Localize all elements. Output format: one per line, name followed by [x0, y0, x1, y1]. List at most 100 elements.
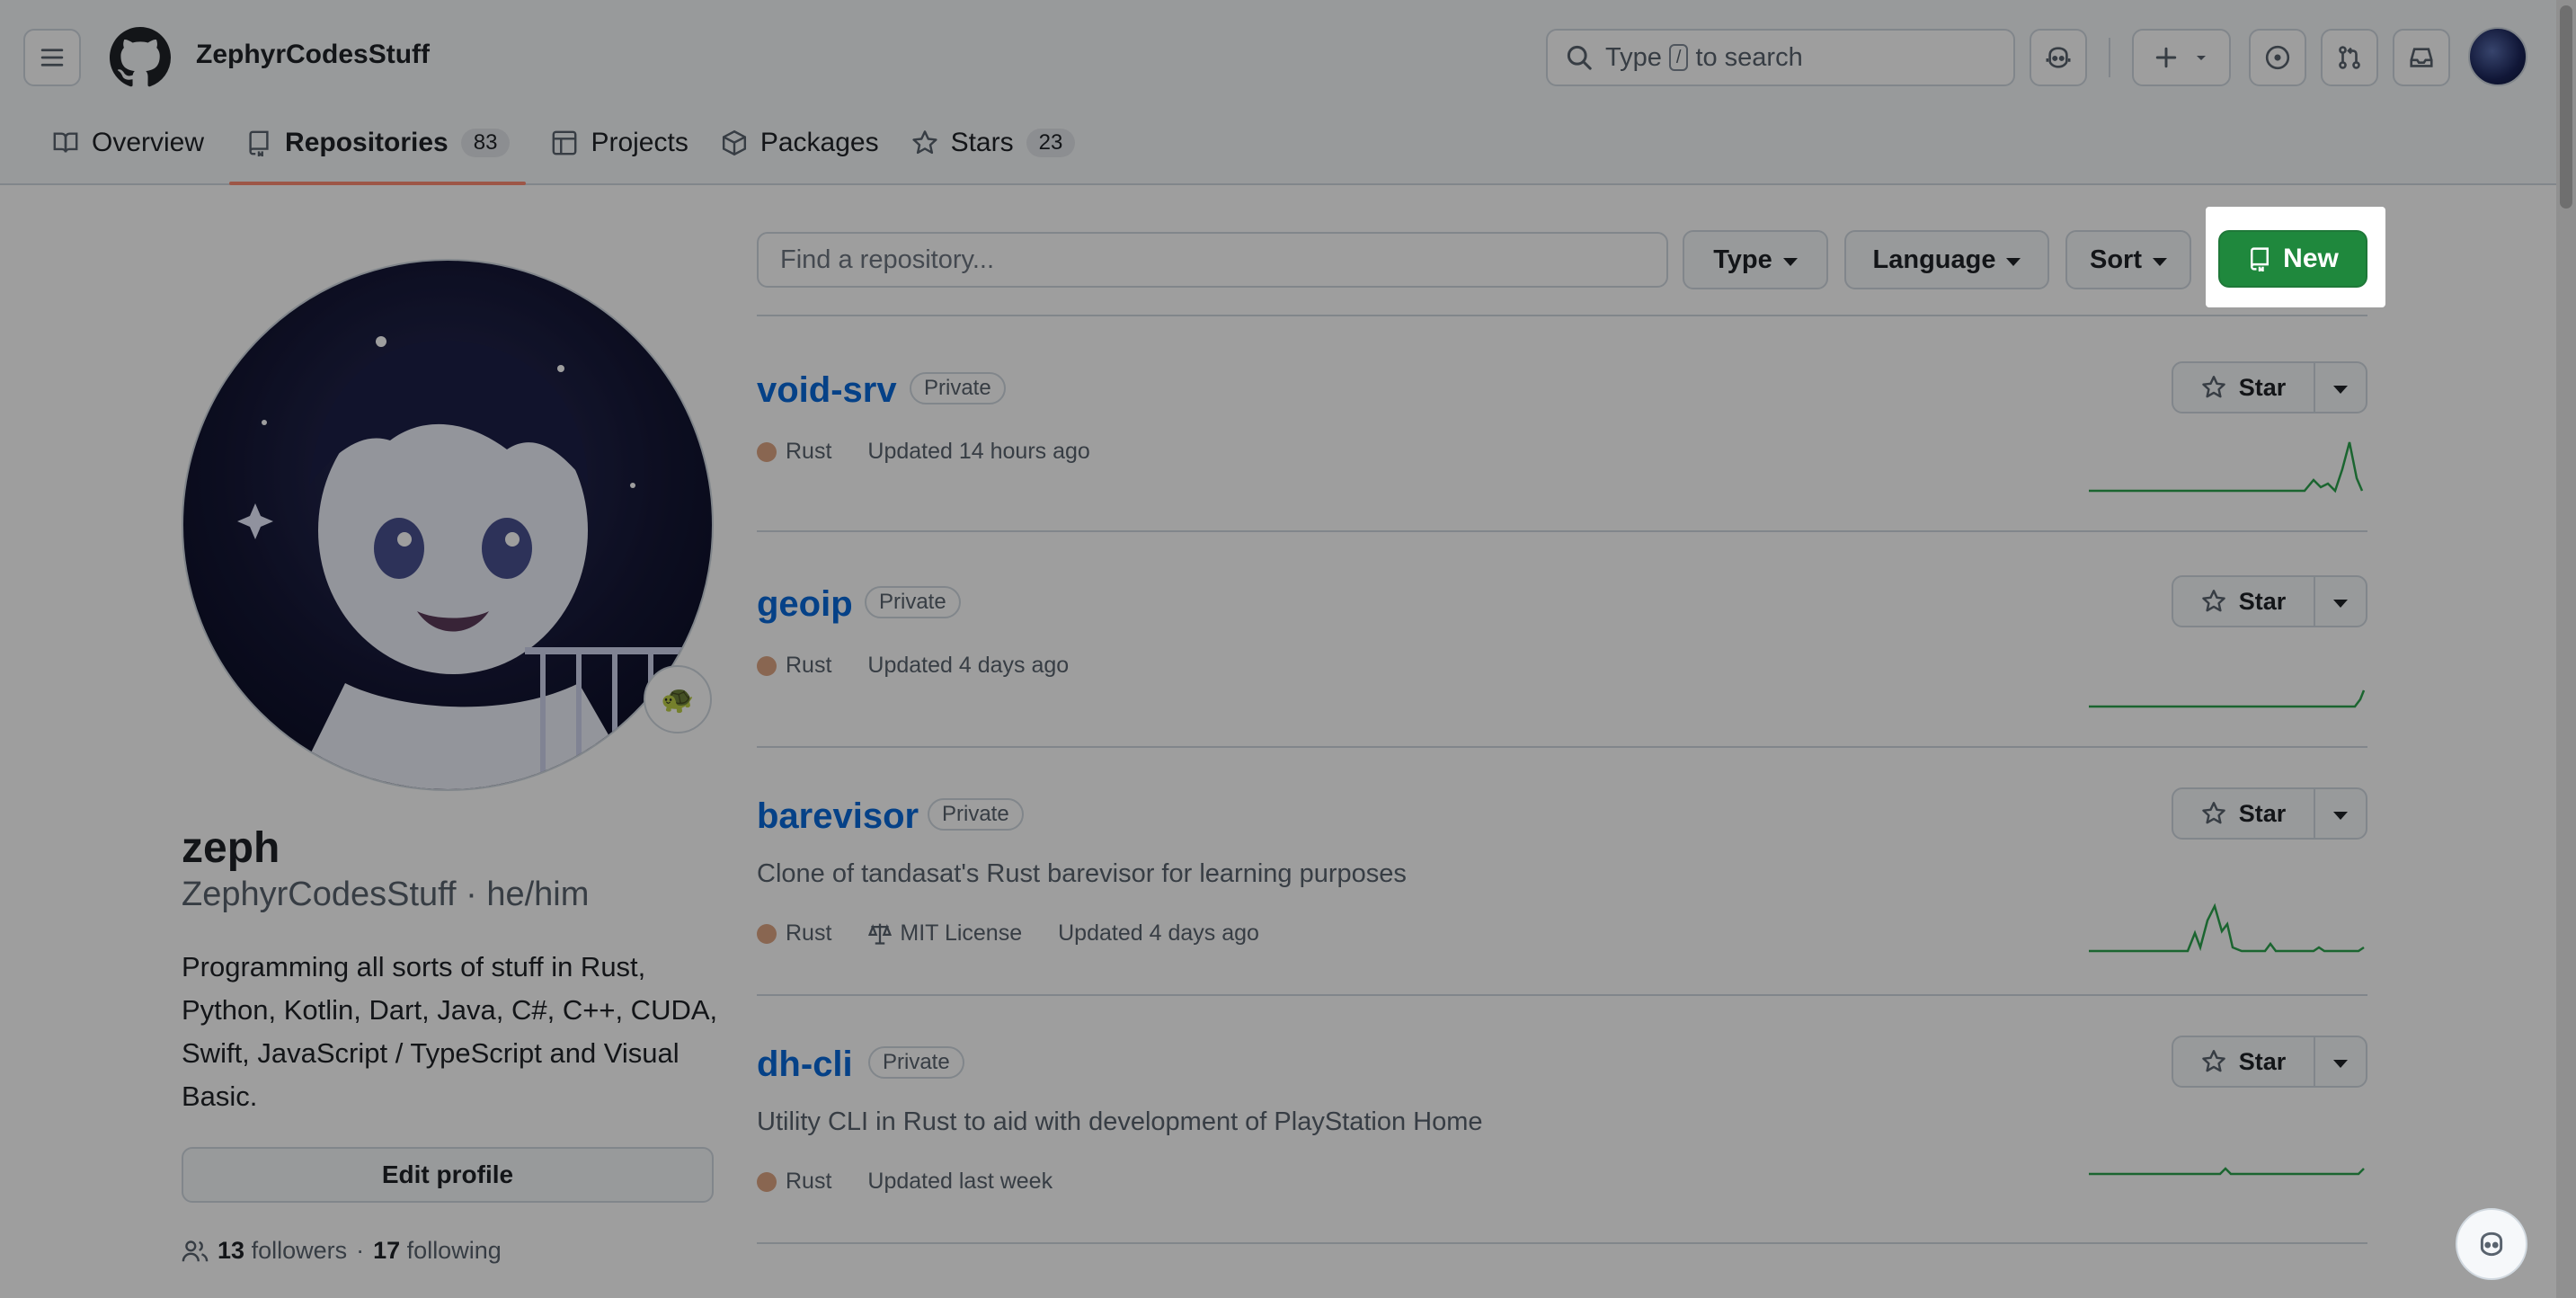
find-repository-input[interactable] — [757, 232, 1668, 288]
new-repository-button[interactable]: New — [2218, 230, 2367, 288]
page-scrollbar[interactable] — [2556, 0, 2576, 1298]
profile-bio: Programming all sorts of stuff in Rust, … — [182, 951, 718, 1112]
tab-stars[interactable]: Stars 23 — [895, 115, 1092, 171]
star-icon — [2201, 1050, 2225, 1072]
tab-overview-label: Overview — [92, 128, 205, 157]
star-icon — [2201, 802, 2225, 824]
followers-link[interactable]: 13 followers — [218, 1237, 347, 1265]
stars-count: 23 — [1026, 129, 1076, 157]
visibility-badge: Private — [910, 372, 1006, 405]
language-filter-button[interactable]: Language — [1844, 230, 2049, 289]
law-icon — [868, 923, 893, 945]
inbox-button[interactable] — [2393, 29, 2450, 86]
star-button[interactable]: Star — [2173, 1037, 2315, 1086]
tab-overview[interactable]: Overview — [36, 115, 220, 171]
tab-projects-label: Projects — [591, 128, 688, 157]
star-button-group: Star — [2172, 1036, 2367, 1088]
issues-button[interactable] — [2249, 29, 2306, 86]
copilot-icon — [2480, 1231, 2503, 1257]
following-link[interactable]: 17 following — [373, 1237, 502, 1265]
status-badge[interactable]: 🐢 — [644, 665, 712, 733]
tab-projects[interactable]: Projects — [535, 115, 704, 171]
repo-name-link[interactable]: geoip — [757, 584, 853, 625]
star-button[interactable]: Star — [2173, 789, 2315, 838]
repo-language: Rust — [786, 1169, 832, 1194]
repo-name-link[interactable]: void-srv — [757, 370, 897, 411]
repo-language: Rust — [786, 439, 832, 464]
status-emoji: 🐢 — [661, 684, 695, 715]
repo-meta: Rust Updated 4 days ago — [757, 653, 1069, 679]
book-icon — [53, 132, 78, 153]
visibility-badge: Private — [928, 798, 1024, 831]
followers-label: followers — [251, 1237, 348, 1264]
issue-opened-icon — [2265, 45, 2290, 70]
scrollbar-thumb[interactable] — [2560, 5, 2572, 209]
star-label: Star — [2238, 799, 2287, 827]
following-label: following — [406, 1237, 502, 1264]
star-list-dropdown[interactable] — [2315, 789, 2366, 838]
star-list-dropdown[interactable] — [2315, 577, 2366, 626]
new-button-label: New — [2283, 244, 2339, 273]
repo-name-link[interactable]: barevisor — [757, 796, 919, 837]
star-button-group: Star — [2172, 575, 2367, 627]
type-filter-button[interactable]: Type — [1683, 230, 1828, 289]
repo-meta: Rust Updated last week — [757, 1169, 1053, 1195]
repo-description: Clone of tandasat's Rust barevisor for l… — [757, 859, 1407, 888]
type-filter-label: Type — [1713, 244, 1772, 274]
repository-item: geoip Private Rust Updated 4 days ago St… — [757, 532, 2367, 748]
activity-sparkline — [2089, 441, 2364, 493]
edit-profile-button[interactable]: Edit profile — [182, 1147, 714, 1203]
copilot-icon — [2046, 47, 2071, 68]
repo-license: MIT License — [900, 920, 1023, 946]
user-avatar-menu[interactable] — [2468, 27, 2527, 86]
activity-sparkline — [2089, 1167, 2365, 1176]
star-icon — [2201, 376, 2225, 398]
people-icon — [182, 1240, 209, 1261]
profile-login-pronouns: ZephyrCodesStuff · he/him — [182, 876, 590, 913]
repo-name-link[interactable]: dh-cli — [757, 1045, 853, 1085]
repo-meta: Rust MIT License Updated 4 days ago — [757, 920, 1259, 947]
pull-requests-button[interactable] — [2321, 29, 2378, 86]
copilot-button[interactable] — [2030, 29, 2087, 86]
global-search[interactable]: Type / to search — [1546, 29, 2015, 86]
star-icon — [911, 130, 937, 155]
profile-display-name: zeph — [182, 824, 280, 872]
table-icon — [553, 130, 577, 156]
star-label: Star — [2238, 1047, 2287, 1075]
menu-button[interactable] — [23, 29, 81, 86]
caret-down-icon — [2333, 811, 2348, 820]
sort-label: Sort — [2090, 244, 2142, 274]
star-button[interactable]: Star — [2173, 577, 2315, 626]
star-list-dropdown[interactable] — [2315, 363, 2366, 412]
star-label: Star — [2238, 587, 2287, 615]
repository-item: void-srv Private Rust Updated 14 hours a… — [757, 316, 2367, 532]
star-button[interactable]: Star — [2173, 363, 2315, 412]
repo-updated: Updated 4 days ago — [867, 653, 1070, 678]
copilot-chat-button[interactable] — [2456, 1208, 2527, 1280]
repositories-count: 83 — [460, 129, 511, 157]
activity-sparkline — [2089, 902, 2365, 953]
tab-repositories-label: Repositories — [285, 128, 449, 157]
star-list-dropdown[interactable] — [2315, 1037, 2366, 1086]
language-color-dot — [757, 655, 777, 676]
follow-separator: · — [356, 1237, 365, 1264]
profile-avatar[interactable] — [182, 259, 714, 791]
header-username[interactable]: ZephyrCodesStuff — [196, 40, 430, 70]
tab-repositories[interactable]: Repositories 83 — [229, 115, 527, 185]
repo-icon — [249, 130, 269, 156]
app-header: ZephyrCodesStuff Type / to search Overvi… — [0, 0, 2576, 185]
caret-down-icon — [2333, 599, 2348, 608]
tab-packages[interactable]: Packages — [705, 115, 895, 171]
visibility-badge: Private — [868, 1046, 964, 1079]
repo-updated: Updated 4 days ago — [1058, 920, 1259, 946]
avatar-illustration — [237, 336, 705, 789]
language-filter-label: Language — [1872, 244, 1996, 274]
create-new-button[interactable] — [2132, 29, 2231, 86]
search-shortcut-key: / — [1668, 44, 1689, 71]
repo-icon — [2251, 247, 2270, 271]
github-logo-icon[interactable] — [110, 27, 171, 88]
follow-stats: 13 followers · 17 following — [182, 1237, 502, 1265]
repo-updated: Updated last week — [867, 1169, 1053, 1194]
sort-button[interactable]: Sort — [2065, 230, 2191, 289]
inbox-icon — [2410, 48, 2433, 67]
